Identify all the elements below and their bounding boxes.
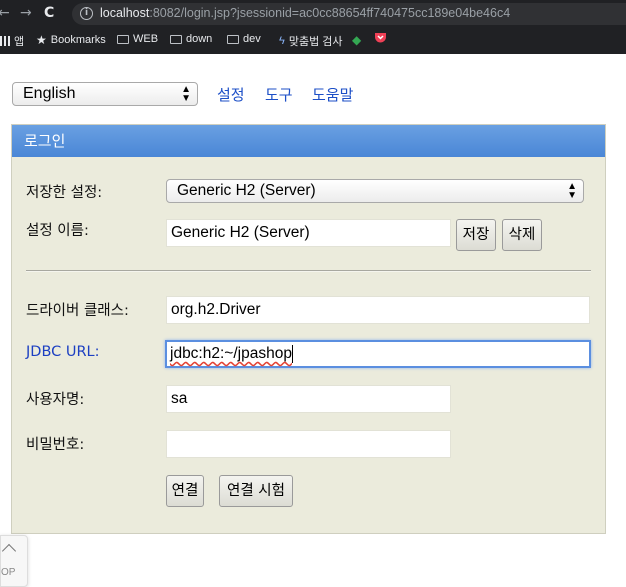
jdbc-url-value: jdbc:h2:~/jpashop	[170, 345, 292, 362]
forward-arrow-icon[interactable]: →	[20, 4, 32, 22]
save-button[interactable]: 저장	[456, 219, 496, 251]
select-arrows-icon: ▲ ▼	[181, 84, 191, 104]
scroll-top-label: OP	[1, 567, 16, 578]
spellcheck-icon: ϟ	[279, 35, 285, 47]
url-path: :8082/login.jsp?jsessionid=ac0cc88654ff7…	[149, 6, 511, 20]
folder-icon	[227, 34, 239, 44]
bookmark-label: Bookmarks	[50, 34, 106, 46]
url-host: localhost	[100, 6, 150, 20]
bookmark-dev[interactable]: dev	[227, 33, 261, 45]
saved-settings-select[interactable]: Generic H2 (Server) ▲ ▼	[166, 179, 584, 203]
scroll-to-top-button[interactable]: OP	[0, 535, 28, 587]
password-label: 비밀번호:	[26, 437, 85, 453]
address-url[interactable]: localhost:8082/login.jsp?jsessionid=ac0c…	[100, 6, 510, 20]
h2-console-login-page: English ▲ ▼ 설정 도구 도움말 로그인 저장한 설정: Generic…	[0, 54, 626, 587]
bookmark-label: down	[186, 33, 213, 45]
bookmark-label: dev	[243, 33, 261, 45]
language-select[interactable]: English ▲ ▼	[12, 82, 198, 106]
browser-chrome: ← → C i localhost:8082/login.jsp?jsessio…	[0, 0, 626, 54]
select-arrows-icon: ▲ ▼	[567, 181, 577, 201]
bookmark-label: 앱	[14, 36, 25, 48]
folder-icon	[117, 34, 129, 44]
bookmark-label: WEB	[133, 33, 159, 45]
bookmarks-bar: 앱 ★ Bookmarks WEB down dev ϟ 맞춤법 검사 ◆	[0, 30, 626, 52]
username-label: 사용자명:	[26, 392, 85, 408]
bookmark-label: 맞춤법 검사	[288, 36, 343, 48]
settings-link[interactable]: 설정	[217, 84, 245, 105]
bookmark-spellcheck[interactable]: ϟ 맞춤법 검사	[279, 33, 342, 49]
driver-class-input[interactable]: org.h2.Driver	[166, 296, 590, 324]
connect-button[interactable]: 연결	[166, 475, 204, 507]
info-icon[interactable]: i	[80, 7, 93, 20]
browser-nav-row: ← → C i localhost:8082/login.jsp?jsessio…	[0, 0, 626, 28]
driver-class-label: 드라이버 클래스:	[26, 303, 129, 319]
username-input[interactable]: sa	[166, 385, 451, 413]
folder-icon	[170, 34, 182, 44]
diamond-extension-icon[interactable]: ◆	[352, 33, 361, 47]
setting-name-input[interactable]: Generic H2 (Server)	[166, 219, 451, 247]
setting-name-label: 설정 이름:	[26, 223, 89, 239]
back-arrow-icon[interactable]: ←	[0, 4, 10, 22]
address-bar[interactable]: i localhost:8082/login.jsp?jsessionid=ac…	[72, 3, 626, 25]
reload-icon[interactable]: C	[44, 4, 54, 22]
bookmark-bookmarks[interactable]: ★ Bookmarks	[36, 33, 106, 47]
bookmark-down[interactable]: down	[170, 33, 212, 45]
password-input[interactable]	[166, 430, 451, 458]
pocket-icon[interactable]	[374, 31, 387, 44]
saved-settings-value: Generic H2 (Server)	[177, 182, 316, 199]
jdbc-url-label: JDBC URL:	[26, 344, 100, 360]
help-link[interactable]: 도움말	[312, 84, 353, 105]
saved-settings-label: 저장한 설정:	[26, 185, 103, 201]
text-caret	[291, 344, 293, 363]
bookmark-web[interactable]: WEB	[117, 33, 158, 45]
bookmark-apps[interactable]: 앱	[0, 33, 24, 49]
login-panel: 로그인 저장한 설정: Generic H2 (Server) ▲ ▼ 설정 이름…	[11, 124, 606, 534]
star-icon: ★	[36, 33, 47, 47]
chevron-up-icon	[1, 543, 17, 559]
test-connection-button[interactable]: 연결 시험	[219, 475, 293, 507]
section-divider	[26, 270, 591, 272]
login-panel-title: 로그인	[12, 125, 605, 157]
tools-link[interactable]: 도구	[265, 84, 293, 105]
jdbc-url-input[interactable]: jdbc:h2:~/jpashop	[165, 340, 591, 368]
language-value: English	[23, 85, 76, 102]
apps-grid-icon	[0, 36, 10, 46]
delete-button[interactable]: 삭제	[502, 219, 542, 251]
